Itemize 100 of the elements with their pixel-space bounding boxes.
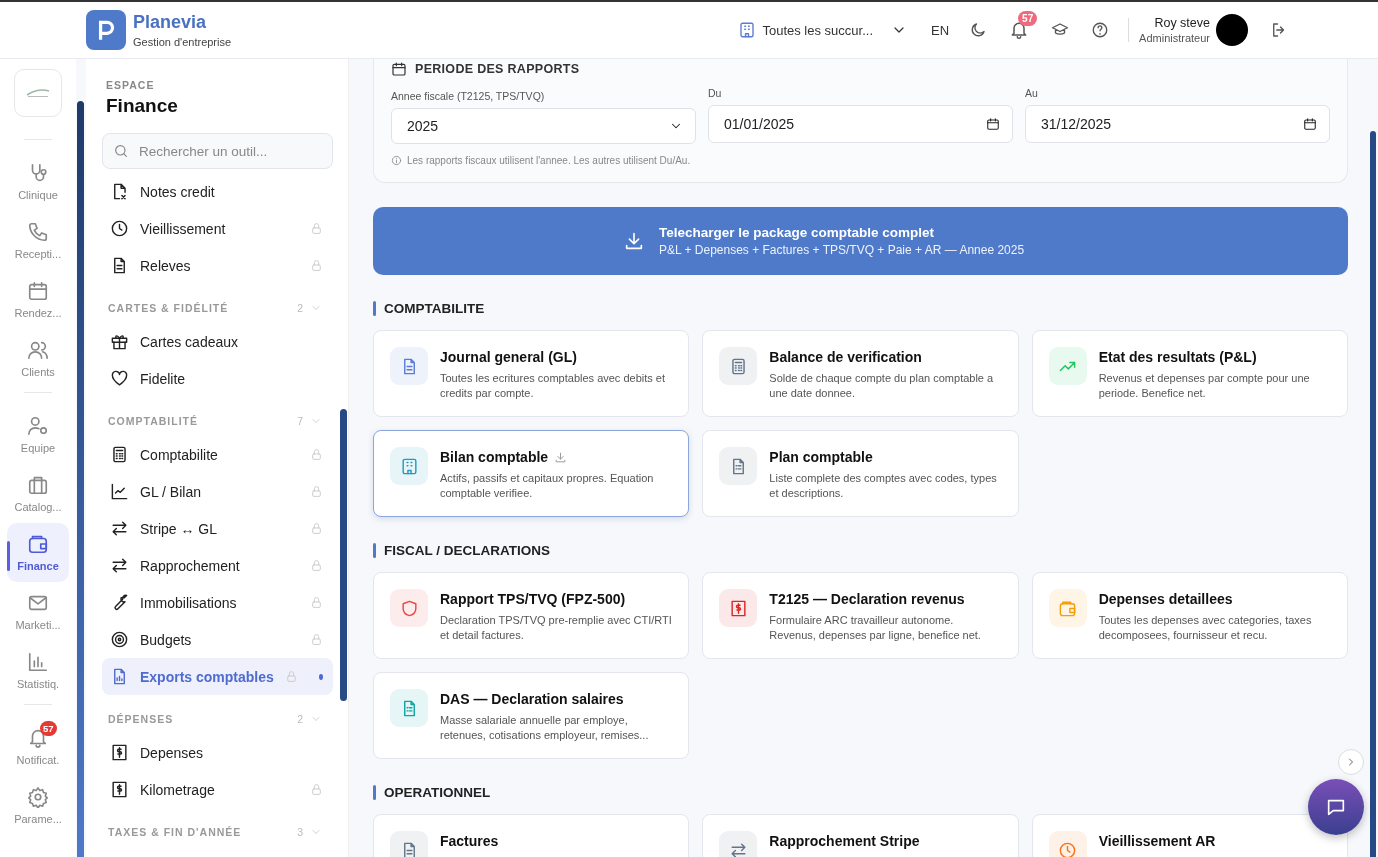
group-heading: TAXES & FIN D'ANNÉE (108, 826, 242, 838)
card-title: Plan comptable (769, 449, 873, 465)
fiscal-year-select[interactable]: 2025 (391, 108, 696, 144)
rail-nav-item[interactable]: Rendez... (7, 270, 69, 329)
target-icon (110, 630, 129, 649)
card-description: Masse salariale annuelle par employe, retenues, cotisations employeur, remises... (440, 713, 650, 743)
report-card[interactable]: Journal general (GL) Toutes les ecritures comptables avec debits et credits par compte. (373, 330, 690, 417)
sidebar-item[interactable]: Kilometrage (102, 771, 333, 808)
download-package-button[interactable]: Telecharger le package comptable complet P&L + Depenses + Factures + TPS/TVQ + Paie + AR — Annee 2025 (373, 207, 1348, 275)
report-card[interactable]: Balance de verification Solde de chaque compte du plan comptable a une date donnee. (702, 330, 1019, 417)
clock-icon (110, 219, 129, 238)
card-title: Balance de verification (769, 349, 922, 365)
card-description: Liste complete des comptes avec codes, types et descriptions. (769, 471, 998, 501)
sidebar-item[interactable]: Fidelite (102, 360, 333, 397)
report-card[interactable]: T2125 — Declaration revenus Formulaire ARC travailleur autonome. Revenus, depenses par ligne, benefice net. (702, 572, 1019, 659)
card-description: Toutes les ecritures comptables avec debits et credits par compte. (440, 371, 666, 401)
lock-icon (310, 222, 323, 235)
group-heading: DÉPENSES (108, 713, 174, 725)
rail-nav-item[interactable]: Equipe (7, 405, 69, 464)
swap-arrows-icon (110, 556, 129, 575)
rail-nav-item[interactable]: Marketi... (7, 582, 69, 641)
branch-selector[interactable]: Toutes les succur... (738, 21, 907, 39)
report-card[interactable]: Bilan comptable Actifs, passifs et capitaux propres. Equation comptable verifiee. (373, 430, 690, 517)
rail-nav-item[interactable]: Clients (7, 329, 69, 388)
hint-text: Les rapports fiscaux utilisent l'annee. Les autres utilisent Du/Au. (407, 155, 691, 166)
rail-nav-item[interactable]: Parame... (7, 776, 69, 835)
sidebar-item[interactable]: Exports comptables (102, 658, 333, 695)
calculator-icon (110, 445, 129, 464)
card-title: Etat des resultats (P&L) (1098, 349, 1257, 365)
rail-nav-item[interactable]: Finance (7, 523, 69, 582)
sidebar-item[interactable]: Immobilisations (102, 584, 333, 621)
report-card[interactable]: Depenses detaillees Toutes les depenses avec categories, taxes decomposees, fournisseur et recu. (1031, 572, 1348, 659)
report-card[interactable]: Vieillissement AR (1031, 814, 1348, 857)
lock-icon (310, 783, 323, 796)
chat-button[interactable] (1308, 779, 1364, 835)
card-title: Depenses detaillees (1098, 591, 1233, 607)
sidebar-item[interactable]: Comptabilite (102, 436, 333, 473)
scrollbar[interactable] (340, 409, 347, 701)
sidebar-item[interactable]: Cartes cadeaux (102, 323, 333, 360)
language-toggle[interactable]: EN (931, 22, 950, 38)
rail-nav-item[interactable]: Recepti... (7, 211, 69, 270)
report-card[interactable]: Rapprochement Stripe (702, 814, 1019, 857)
sidebar-item[interactable]: Rapprochement (102, 547, 333, 584)
dollar-receipt-icon (728, 598, 748, 618)
card-description: Toutes les depenses avec categories, taxes decomposees, fournisseur et recu. (1098, 613, 1313, 643)
help-icon (1091, 21, 1110, 39)
field-label: Du (708, 87, 723, 99)
report-card[interactable]: Rapport TPS/TVQ (FPZ-500) Declaration TPS/TVQ pre-remplie avec CTI/RTI et detail factures. (373, 572, 690, 659)
user-avatar[interactable] (1216, 14, 1248, 46)
users-icon (27, 339, 49, 361)
sidebar-item[interactable]: Budgets (102, 621, 333, 658)
sidebar-item[interactable]: Vieillissement (102, 210, 333, 247)
section-heading: FISCAL / DECLARATIONS (384, 543, 550, 558)
card-description: Revenus et depenses par compte pour une periode. Benefice net. (1098, 371, 1311, 401)
sidebar-item[interactable]: Releves (102, 247, 333, 284)
card-description: Formulaire ARC travailleur autonome. Revenus, depenses par ligne, benefice net. (769, 613, 982, 643)
organization-logo[interactable] (14, 69, 62, 117)
scrollbar[interactable] (77, 101, 84, 857)
user-gear-icon (27, 415, 49, 437)
wallet-icon (1058, 598, 1078, 618)
rail-nav-item[interactable]: Statistiq. (7, 641, 69, 700)
date-field[interactable]: 01/01/2025 (708, 105, 1013, 143)
section-heading: OPERATIONNEL (384, 785, 491, 800)
rail-nav-item[interactable]: Catalog... (7, 464, 69, 523)
active-dot (318, 673, 323, 680)
rail-nav-item[interactable]: Clinique (7, 152, 69, 211)
gift-icon (110, 332, 129, 351)
date-field[interactable]: 31/12/2025 (1025, 105, 1330, 143)
search-field[interactable]: Rechercher un outil... (102, 133, 333, 169)
calendar-icon (986, 117, 1000, 131)
calendar-icon (391, 61, 407, 77)
lock-icon (310, 259, 323, 272)
report-card[interactable]: DAS — Declaration salaires Masse salariale annuelle par employe, retenues, cotisations employeur, remises... (373, 672, 690, 759)
lock-icon (284, 670, 298, 683)
group-heading: CARTES & FIDÉLITÉ (108, 302, 229, 314)
card-title: PERIODE DES RAPPORTS (415, 62, 580, 76)
report-card[interactable]: Plan comptable Liste complete des comptes avec codes, types et descriptions. (702, 430, 1019, 517)
lock-icon (310, 448, 323, 461)
group-count: 2 (297, 713, 304, 725)
scrollbar[interactable] (1370, 131, 1376, 857)
briefcase-icon (27, 474, 49, 496)
sidebar-item[interactable]: Notes credit (102, 173, 333, 210)
clock-icon (1058, 840, 1078, 857)
download-icon (554, 450, 568, 464)
lock-icon (310, 559, 323, 572)
dollar-receipt-icon (110, 780, 129, 799)
app-logo[interactable] (86, 10, 126, 50)
card-title: DAS — Declaration salaires (440, 691, 624, 707)
sidebar-item[interactable]: Stripe ↔ GL (102, 510, 333, 547)
swap-arrows-icon (110, 519, 129, 538)
rail-nav-item[interactable]: Notificat. 57 (7, 717, 69, 776)
sidebar-item[interactable]: GL / Bilan (102, 473, 333, 510)
sidebar-item[interactable]: Depenses (102, 734, 333, 771)
shield-icon (399, 598, 419, 618)
report-card[interactable]: Factures (373, 814, 690, 857)
report-card[interactable]: Etat des resultats (P&L) Revenus et depenses par compte pour une periode. Benefice net. (1031, 330, 1348, 417)
user-name: Roy steve (1153, 16, 1210, 30)
wallet-icon (27, 533, 49, 555)
brand-name: Planevia (133, 12, 208, 33)
group-count: 2 (297, 302, 304, 314)
